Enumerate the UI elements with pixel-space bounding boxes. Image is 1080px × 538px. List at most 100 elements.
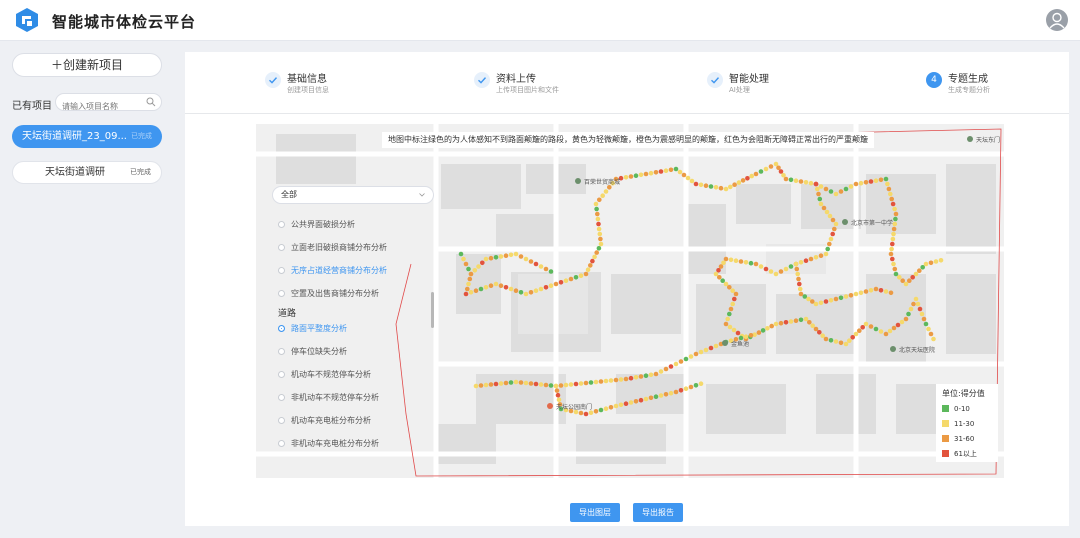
- route-sample-dot: [753, 261, 759, 267]
- user-avatar-icon[interactable]: [1046, 9, 1068, 31]
- route-sample-dot: [518, 254, 524, 259]
- step-subtitle: 上传项目图片和文件: [496, 86, 559, 94]
- route-sample-dot: [913, 296, 919, 302]
- route-sample-dot: [618, 377, 624, 382]
- layer-list-scrollbar[interactable]: [431, 292, 434, 328]
- route-sample-dot: [738, 259, 744, 264]
- route-sample-dot: [668, 364, 674, 369]
- export-layer-button[interactable]: 导出图层: [570, 503, 620, 522]
- project-item[interactable]: 天坛街道调研 已完成: [12, 161, 162, 184]
- route-sample-dot: [493, 281, 499, 287]
- route-sample-dot: [928, 260, 934, 266]
- export-report-button[interactable]: 导出报告: [633, 503, 683, 522]
- legend-swatch: [942, 405, 949, 412]
- route-sample-dot: [883, 176, 889, 182]
- route-sample-dot: [493, 381, 499, 387]
- route-sample-dot: [533, 261, 539, 267]
- route-sample-dot: [833, 339, 839, 344]
- layer-option[interactable]: 立面老旧破损商铺分布分析: [278, 241, 387, 255]
- route-sample-dot: [768, 164, 774, 169]
- route-sample-dot: [853, 331, 859, 337]
- route-sample-dot: [623, 175, 629, 180]
- project-search-input[interactable]: [56, 98, 140, 115]
- route-sample-dot: [807, 320, 812, 325]
- route-sample-dot: [843, 294, 849, 299]
- route-sample-dot: [763, 266, 769, 272]
- route-sample-dot: [778, 169, 784, 174]
- route-sample-dot: [897, 275, 902, 280]
- route-sample-dot: [597, 231, 603, 237]
- route-sample-dot: [828, 189, 834, 194]
- route-sample-dot: [713, 185, 719, 190]
- route-sample-dot: [663, 366, 669, 372]
- route-sample-dot: [740, 178, 746, 183]
- route-sample-dot: [890, 236, 896, 242]
- map-place-label: 北京天坛医院: [899, 346, 935, 354]
- route-sample-dot: [518, 290, 524, 295]
- route-sample-dot: [891, 325, 897, 331]
- route-sample-dot: [498, 381, 504, 386]
- legend-swatch: [942, 420, 949, 427]
- route-sample-dot: [743, 334, 749, 339]
- layer-option[interactable]: 非机动车充电桩分布分析: [278, 437, 379, 451]
- layer-option[interactable]: 机动车充电桩分布分析: [278, 414, 371, 428]
- check-icon: [707, 72, 723, 88]
- route-sample-dot: [888, 191, 893, 197]
- layer-filter-panel: 全部 公共界面破损分析 立面老旧破损商铺分布分析 无序占道经营商铺分布分析 空置…: [272, 186, 442, 456]
- app-logo-icon: [16, 8, 38, 32]
- radio-icon: [278, 267, 285, 274]
- route-sample-dot: [480, 260, 485, 266]
- route-sample-dot: [817, 330, 822, 335]
- search-icon[interactable]: [146, 97, 156, 107]
- route-sample-dot: [653, 394, 659, 400]
- route-sample-dot: [573, 381, 579, 387]
- route-sample-dot: [911, 301, 916, 307]
- create-project-button[interactable]: ＋创建新项目: [12, 53, 162, 77]
- layer-category-select[interactable]: 全部: [272, 186, 434, 204]
- route-sample-dot: [890, 201, 896, 207]
- route-sample-dot: [677, 169, 683, 175]
- route-sample-dot: [668, 390, 674, 396]
- layer-option[interactable]: 公共界面破损分析: [278, 218, 355, 232]
- route-sample-dot: [713, 343, 719, 349]
- route-sample-dot: [798, 317, 804, 323]
- route-sample-dot: [816, 191, 821, 197]
- route-sample-dot: [913, 271, 919, 277]
- route-sample-dot: [588, 263, 593, 268]
- project-item[interactable]: 天坛街道调研_23_09... 已完成: [12, 125, 162, 148]
- route-sample-dot: [548, 283, 554, 288]
- layer-option-label: 非机动车充电桩分布分析: [291, 439, 379, 448]
- layer-option[interactable]: 机动车不规范停车分析: [278, 368, 371, 382]
- route-sample-dot: [832, 226, 837, 232]
- route-sample-dot: [895, 322, 901, 328]
- route-sample-dot: [628, 400, 634, 405]
- route-sample-dot: [818, 253, 824, 258]
- route-sample-dot: [528, 259, 534, 264]
- route-sample-dot: [558, 383, 564, 388]
- route-sample-dot: [731, 327, 737, 333]
- layer-option[interactable]: 路面平整度分析: [278, 322, 347, 336]
- route-sample-dot: [893, 271, 899, 277]
- route-sample-dot: [917, 268, 922, 273]
- route-sample-dot: [698, 182, 704, 188]
- route-sample-dot: [648, 372, 654, 378]
- route-sample-dot: [892, 206, 897, 212]
- route-sample-dot: [648, 395, 654, 401]
- layer-option[interactable]: 空置及出售商铺分布分析: [278, 287, 379, 301]
- route-sample-dot: [858, 290, 864, 296]
- route-sample-dot: [678, 388, 684, 393]
- map-view[interactable]: 百荣世贸商城 天坛公园南门 金鱼池 北京市第一中学 北京天坛医院 天坛东门 地图…: [256, 124, 1004, 478]
- route-sample-dot: [788, 177, 794, 183]
- route-sample-dot: [928, 331, 934, 337]
- route-sample-dot: [798, 291, 804, 297]
- layer-option[interactable]: 停车位缺失分析: [278, 345, 347, 359]
- route-sample-dot: [900, 278, 905, 283]
- route-sample-dot: [878, 177, 884, 183]
- legend-swatch: [942, 435, 949, 442]
- route-sample-dot: [463, 291, 469, 297]
- route-sample-dot: [825, 246, 830, 252]
- layer-option[interactable]: 非机动车不规范停车分析: [278, 391, 379, 405]
- route-sample-dot: [893, 211, 899, 217]
- layer-option[interactable]: 无序占道经营商铺分布分析: [278, 264, 387, 278]
- route-sample-dot: [633, 375, 639, 380]
